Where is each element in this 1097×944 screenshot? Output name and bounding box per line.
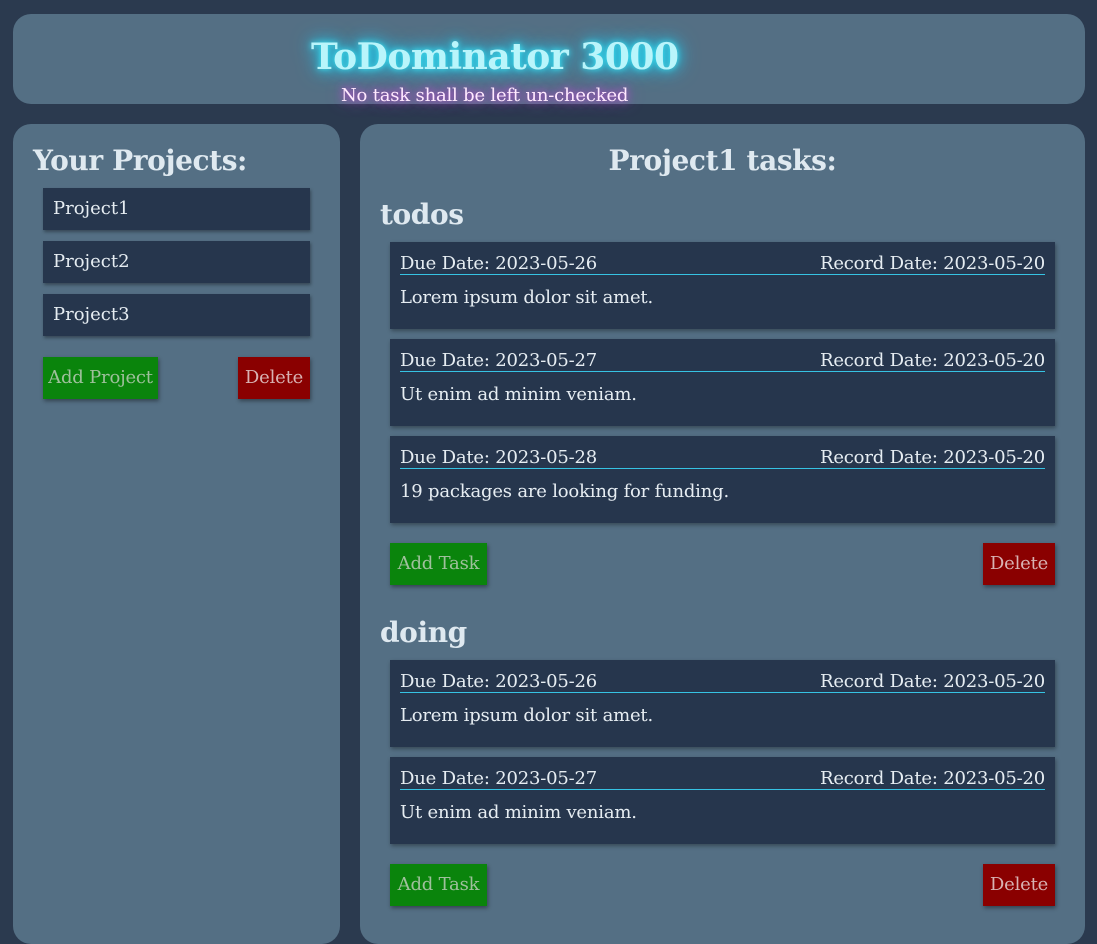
task-card[interactable]: Due Date: 2023-05-27 Record Date: 2023-0…: [390, 339, 1055, 426]
task-due-date: Due Date: 2023-05-26: [400, 671, 598, 692]
task-record-date: Record Date: 2023-05-20: [820, 768, 1045, 789]
task-due-date: Due Date: 2023-05-28: [400, 447, 598, 468]
task-description: Lorem ipsum dolor sit amet.: [400, 705, 653, 726]
app-title: ToDominator 3000: [311, 36, 679, 78]
add-task-button-doing[interactable]: Add Task: [390, 864, 487, 906]
task-card[interactable]: Due Date: 2023-05-26 Record Date: 2023-0…: [390, 242, 1055, 329]
delete-section-button-doing[interactable]: Delete: [983, 864, 1055, 906]
sidebar-item-project1[interactable]: Project1: [43, 188, 310, 230]
task-record-date: Record Date: 2023-05-20: [820, 253, 1045, 274]
task-description: Ut enim ad minim veniam.: [400, 384, 637, 405]
task-record-date: Record Date: 2023-05-20: [820, 447, 1045, 468]
task-due-date: Due Date: 2023-05-27: [400, 768, 598, 789]
delete-project-button[interactable]: Delete: [238, 357, 310, 399]
task-card[interactable]: Due Date: 2023-05-28 Record Date: 2023-0…: [390, 436, 1055, 523]
sidebar-item-project2[interactable]: Project2: [43, 241, 310, 283]
app-subtitle: No task shall be left un-checked: [341, 85, 629, 106]
sidebar-item-project3[interactable]: Project3: [43, 294, 310, 336]
add-project-button[interactable]: Add Project: [43, 357, 158, 399]
delete-section-button-todos[interactable]: Delete: [983, 543, 1055, 585]
section-title-todos: todos: [380, 198, 464, 231]
task-due-date: Due Date: 2023-05-26: [400, 253, 598, 274]
task-dates: Due Date: 2023-05-26 Record Date: 2023-0…: [400, 671, 1045, 693]
task-description: 19 packages are looking for funding.: [400, 481, 729, 502]
task-dates: Due Date: 2023-05-27 Record Date: 2023-0…: [400, 768, 1045, 790]
task-dates: Due Date: 2023-05-27 Record Date: 2023-0…: [400, 350, 1045, 372]
task-card[interactable]: Due Date: 2023-05-26 Record Date: 2023-0…: [390, 660, 1055, 747]
sidebar-title: Your Projects:: [33, 144, 247, 177]
task-record-date: Record Date: 2023-05-20: [820, 350, 1045, 371]
section-title-doing: doing: [380, 616, 467, 649]
task-due-date: Due Date: 2023-05-27: [400, 350, 598, 371]
task-description: Lorem ipsum dolor sit amet.: [400, 287, 653, 308]
task-description: Ut enim ad minim veniam.: [400, 802, 637, 823]
project-tasks-panel: Project1 tasks: todos Due Date: 2023-05-…: [360, 124, 1085, 944]
app-header: ToDominator 3000 No task shall be left u…: [13, 14, 1085, 106]
task-card[interactable]: Due Date: 2023-05-27 Record Date: 2023-0…: [390, 757, 1055, 844]
task-dates: Due Date: 2023-05-26 Record Date: 2023-0…: [400, 253, 1045, 275]
task-dates: Due Date: 2023-05-28 Record Date: 2023-0…: [400, 447, 1045, 469]
project-tasks-title: Project1 tasks:: [608, 144, 837, 177]
projects-sidebar: Your Projects: Project1 Project2 Project…: [13, 124, 340, 944]
add-task-button-todos[interactable]: Add Task: [390, 543, 487, 585]
task-record-date: Record Date: 2023-05-20: [820, 671, 1045, 692]
